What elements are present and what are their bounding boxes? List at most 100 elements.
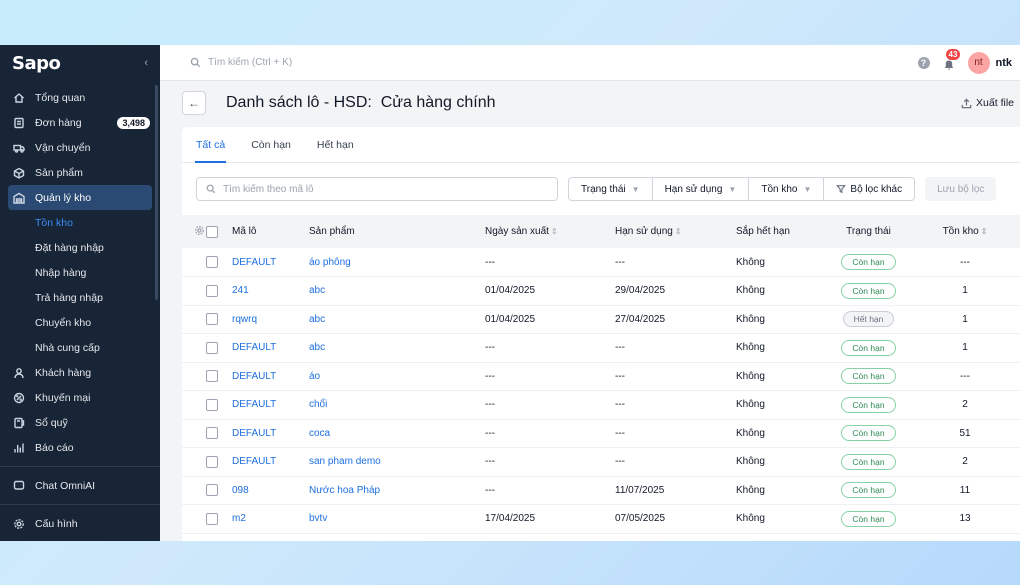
col-mfg-date[interactable]: Ngày sản xuất ⇕ <box>485 215 615 248</box>
sidebar-item-settings[interactable]: Cấu hình <box>0 511 160 536</box>
expiring-soon-cell: Không <box>736 447 827 477</box>
lot-search-input[interactable]: Tìm kiếm theo mã lô <box>196 177 558 201</box>
product-link[interactable]: abc <box>309 342 325 353</box>
lot-code-link[interactable]: 098 <box>232 485 249 496</box>
table-row[interactable]: DEFAULT san pham demo --- --- Không Còn hạn 2 <box>182 447 1020 477</box>
sidebar-item-reports[interactable]: Báo cáo <box>0 435 160 460</box>
table-row[interactable]: DEFAULT áo phông --- --- Không Còn hạn --- <box>182 248 1020 277</box>
lot-code-link[interactable]: DEFAULT <box>232 342 276 353</box>
lot-code-link[interactable]: DEFAULT <box>232 428 276 439</box>
row-checkbox[interactable] <box>206 455 218 468</box>
lot-code-link[interactable]: DEFAULT <box>232 399 276 410</box>
lot-code-link[interactable]: DEFAULT <box>232 456 276 467</box>
collapse-sidebar-icon[interactable]: ‹ <box>144 57 148 69</box>
lot-code-link[interactable]: m2 <box>232 513 246 524</box>
status-badge: Còn hạn <box>841 368 896 385</box>
export-button[interactable]: Xuất file <box>961 97 1014 109</box>
product-link[interactable]: bvtv <box>309 513 327 524</box>
help-icon[interactable]: ? <box>917 56 930 69</box>
stock-filter[interactable]: Tồn kho ▼ <box>749 178 825 200</box>
row-checkbox[interactable] <box>206 284 218 297</box>
row-checkbox[interactable] <box>206 427 218 440</box>
col-stock[interactable]: Tồn kho ⇕ <box>910 215 1020 248</box>
table-row[interactable]: 098 Nước hoa Pháp --- 11/07/2025 Không Còn hạ… <box>182 476 1020 505</box>
col-lot: Mã lô <box>232 226 257 237</box>
sidebar-item-overview[interactable]: Tổng quan <box>0 85 160 110</box>
product-cell: áo phông <box>309 248 485 277</box>
notification-button[interactable]: 43 <box>940 48 961 71</box>
sidebar-item-cashbook[interactable]: Sổ quỹ <box>0 410 160 435</box>
row-checkbox[interactable] <box>206 256 218 268</box>
lot-code-link[interactable]: 241 <box>232 285 249 296</box>
expiring-soon-cell: Không <box>736 276 827 306</box>
product-link[interactable]: chổi <box>309 399 327 410</box>
table-row[interactable]: 241 abc 01/04/2025 29/04/2025 Không Còn hạn 1 <box>182 276 1020 306</box>
sidebar-item-products[interactable]: Sản phẩm <box>0 160 160 185</box>
product-link[interactable]: áo <box>309 371 320 382</box>
more-filters-button[interactable]: Bộ lọc khác <box>824 178 914 200</box>
row-checkbox[interactable] <box>206 484 218 497</box>
row-checkbox[interactable] <box>206 313 218 326</box>
product-link[interactable]: san pham demo <box>309 456 381 467</box>
row-checkbox[interactable] <box>206 341 218 354</box>
column-settings[interactable] <box>182 215 206 248</box>
table-row[interactable]: DEFAULT áo --- --- Không Còn hạn --- <box>182 362 1020 391</box>
sidebar-item-shipping[interactable]: Vận chuyển <box>0 135 160 160</box>
tab-expired[interactable]: Hết hạn <box>304 127 367 162</box>
sidebar-subitem-stock[interactable]: Tồn kho <box>0 210 160 235</box>
avatar[interactable]: nt <box>967 51 990 74</box>
product-link[interactable]: Nước hoa Pháp <box>309 485 380 496</box>
sidebar-subitem-purchase-order[interactable]: Đặt hàng nhập <box>0 235 160 260</box>
expiry-date-cell: 07/05/2025 <box>615 504 736 534</box>
expiry-filter[interactable]: Hạn sử dụng ▼ <box>653 178 750 200</box>
row-checkbox[interactable] <box>206 370 218 383</box>
expiring-soon-cell: Không <box>736 362 827 391</box>
back-button[interactable]: ← <box>182 91 206 115</box>
box-icon <box>12 166 26 180</box>
sidebar-subitem-return[interactable]: Trả hàng nhập <box>0 285 160 310</box>
sidebar-item-label: Sổ quỹ <box>35 416 68 429</box>
table-row[interactable]: DEFAULT coca --- --- Không Còn hạn 51 <box>182 419 1020 448</box>
table-row[interactable]: DEFAULT abc --- --- Không Còn hạn 1 <box>182 333 1020 363</box>
col-expiry-date[interactable]: Hạn sử dụng ⇕ <box>615 215 736 248</box>
expiry-date-cell: --- <box>615 333 736 363</box>
global-search[interactable]: Tìm kiếm (Ctrl + K) <box>190 57 292 68</box>
username[interactable]: ntk <box>996 57 1013 69</box>
sidebar-subitem-receive[interactable]: Nhập hàng <box>0 260 160 285</box>
sapo-logo[interactable]: Sapo <box>12 53 61 74</box>
product-link[interactable]: áo phông <box>309 257 351 268</box>
status-badge: Còn hạn <box>841 396 896 413</box>
row-spacer <box>182 390 206 420</box>
tab-valid[interactable]: Còn hạn <box>238 127 304 162</box>
stock-cell: 11 <box>910 476 1020 505</box>
select-all-checkbox[interactable] <box>206 225 218 238</box>
row-checkbox[interactable] <box>206 398 218 411</box>
col-status: Trạng thái <box>846 226 891 237</box>
status-cell: Còn hạn <box>827 476 910 505</box>
gear-icon <box>194 225 205 239</box>
sidebar-item-chat[interactable]: Chat OmniAI <box>0 473 160 498</box>
sidebar-item-orders[interactable]: Đơn hàng 3,498 <box>0 110 160 135</box>
save-filter-button[interactable]: Lưu bộ lọc <box>925 177 997 201</box>
product-link[interactable]: abc <box>309 314 325 325</box>
lot-code-link[interactable]: DEFAULT <box>232 257 276 268</box>
lot-list-card: Tất cả Còn hạn Hết hạn Tìm kiếm theo mã … <box>182 127 1020 541</box>
table-row[interactable]: m2 bvtv 17/04/2025 07/05/2025 Không Còn hạn 13 <box>182 504 1020 534</box>
sidebar-subitem-suppliers[interactable]: Nhà cung cấp <box>0 335 160 360</box>
lot-code-link[interactable]: DEFAULT <box>232 371 276 382</box>
tab-all[interactable]: Tất cả <box>194 127 238 163</box>
lot-code-link[interactable]: rqwrq <box>232 314 257 325</box>
expiring-soon-cell: Không <box>736 504 827 534</box>
status-filter[interactable]: Trạng thái ▼ <box>569 178 653 200</box>
expiring-soon-cell: Không <box>736 419 827 448</box>
sidebar-item-inventory[interactable]: Quản lý kho <box>8 185 152 210</box>
table-row[interactable]: rqwrq abc 01/04/2025 27/04/2025 Không Hết hạn… <box>182 305 1020 334</box>
product-link[interactable]: coca <box>309 428 330 439</box>
product-link[interactable]: abc <box>309 285 325 296</box>
sidebar-item-promotions[interactable]: Khuyến mại <box>0 385 160 410</box>
sidebar-item-customers[interactable]: Khách hàng <box>0 360 160 385</box>
expiring-soon-cell: Không <box>736 476 827 505</box>
row-checkbox[interactable] <box>206 512 218 525</box>
table-row[interactable]: DEFAULT chổi --- --- Không Còn hạn 2 <box>182 390 1020 420</box>
sidebar-subitem-transfer[interactable]: Chuyển kho <box>0 310 160 335</box>
